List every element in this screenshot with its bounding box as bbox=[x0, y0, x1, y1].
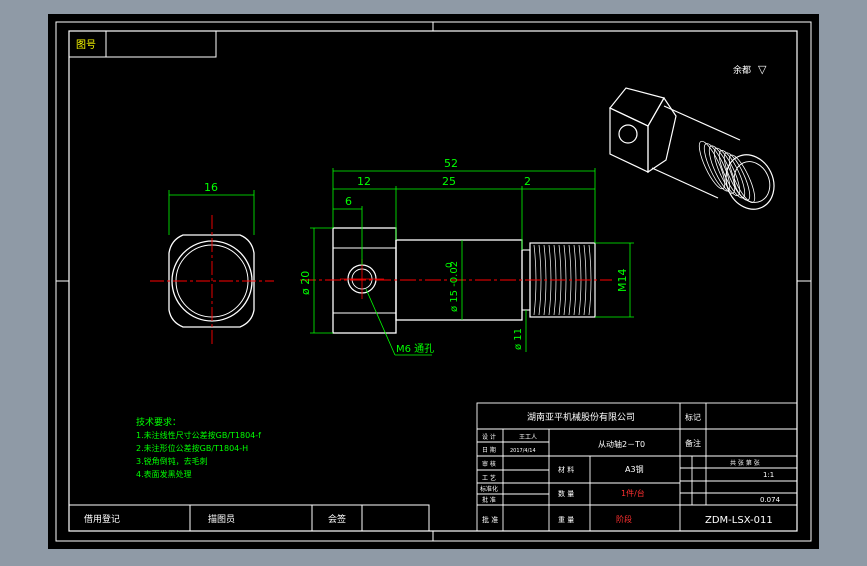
cad-viewport: 图号 余都 ▽ 16 52 12 25 2 6 ø 20 ø 15 -0.02 … bbox=[0, 0, 867, 562]
engineering-drawing: 图号 余都 ▽ 16 52 12 25 2 6 ø 20 ø 15 -0.02 … bbox=[48, 14, 819, 549]
dim-16-text: 16 bbox=[204, 181, 218, 194]
surface-finish-symbol: ▽ bbox=[758, 63, 767, 76]
tb-quantity-value: 1件/台 bbox=[621, 488, 645, 498]
surface-finish-label: 余都 bbox=[733, 64, 751, 76]
dim-52-text: 52 bbox=[444, 157, 458, 170]
tb-part-name: 从动轴2－T0 bbox=[598, 439, 645, 449]
dim-head-dia-text: ø 20 bbox=[299, 271, 312, 295]
bottom-strip-cell-2: 描图员 bbox=[208, 513, 235, 525]
tb-material-label: 材 料 bbox=[558, 465, 574, 474]
tech-req-line-4: 4.表面发黑处理 bbox=[136, 469, 192, 479]
tb-mark-label: 标记 bbox=[685, 412, 701, 422]
dim-25-text: 25 bbox=[442, 175, 456, 188]
dim-neck-dia-text: ø 11 bbox=[513, 328, 524, 350]
tb-weight-value: 0.074 bbox=[760, 496, 781, 504]
tb-role-5-label: 批 准 bbox=[482, 496, 496, 504]
dim-thread-text: M14 bbox=[616, 269, 629, 293]
bottom-strip-cell-3: 会签 bbox=[328, 513, 346, 525]
tb-drawing-number: ZDM-LSX-011 bbox=[705, 515, 773, 526]
tb-role-2-label: 审 核 bbox=[482, 460, 496, 468]
tb-quantity-label: 数 量 bbox=[558, 489, 574, 498]
dim-2-text: 2 bbox=[524, 175, 531, 188]
tech-req-line-1: 1.未注线性尺寸公差按GB/T1804-f bbox=[136, 430, 261, 440]
dim-6-text: 6 bbox=[345, 195, 352, 208]
paper-sheet bbox=[48, 14, 819, 549]
bottom-strip-cell-1: 借用登记 bbox=[84, 513, 120, 525]
tb-approval-label: 备注 bbox=[685, 438, 701, 448]
tapped-hole-label: M6 通孔 bbox=[396, 343, 434, 355]
tb-sheet-value: 共 张 第 张 bbox=[730, 459, 760, 467]
dim-12-text: 12 bbox=[357, 175, 371, 188]
tb-stage-label: 阶段 bbox=[616, 514, 632, 524]
tb-material-value: A3钢 bbox=[625, 464, 644, 474]
tb-company: 湖南亚平机械股份有限公司 bbox=[527, 411, 635, 423]
corner-box-label: 图号 bbox=[76, 39, 96, 51]
tb-role-0-bottom: 批 准 bbox=[482, 515, 498, 524]
tech-req-line-2: 2.未注形位公差按GB/T1804-H bbox=[136, 443, 248, 453]
tb-role-0-label: 设 计 bbox=[482, 433, 496, 441]
tb-scale-value: 1:1 bbox=[763, 471, 774, 479]
tech-req-title: 技术要求： bbox=[136, 416, 181, 428]
tb-role-1-label: 日 期 bbox=[482, 446, 496, 454]
tb-weight-label: 重 量 bbox=[558, 516, 574, 524]
dim-body-dia-zero: 0 bbox=[445, 262, 455, 268]
tb-role-1-name: 2017/4/14 bbox=[510, 448, 536, 454]
tb-role-4-label: 标准化 bbox=[480, 485, 498, 493]
tech-req-line-3: 3.锐角倒钝，去毛刺 bbox=[136, 456, 208, 466]
tb-role-3-label: 工 艺 bbox=[482, 474, 496, 482]
tb-role-0-name: 王工人 bbox=[519, 434, 537, 441]
